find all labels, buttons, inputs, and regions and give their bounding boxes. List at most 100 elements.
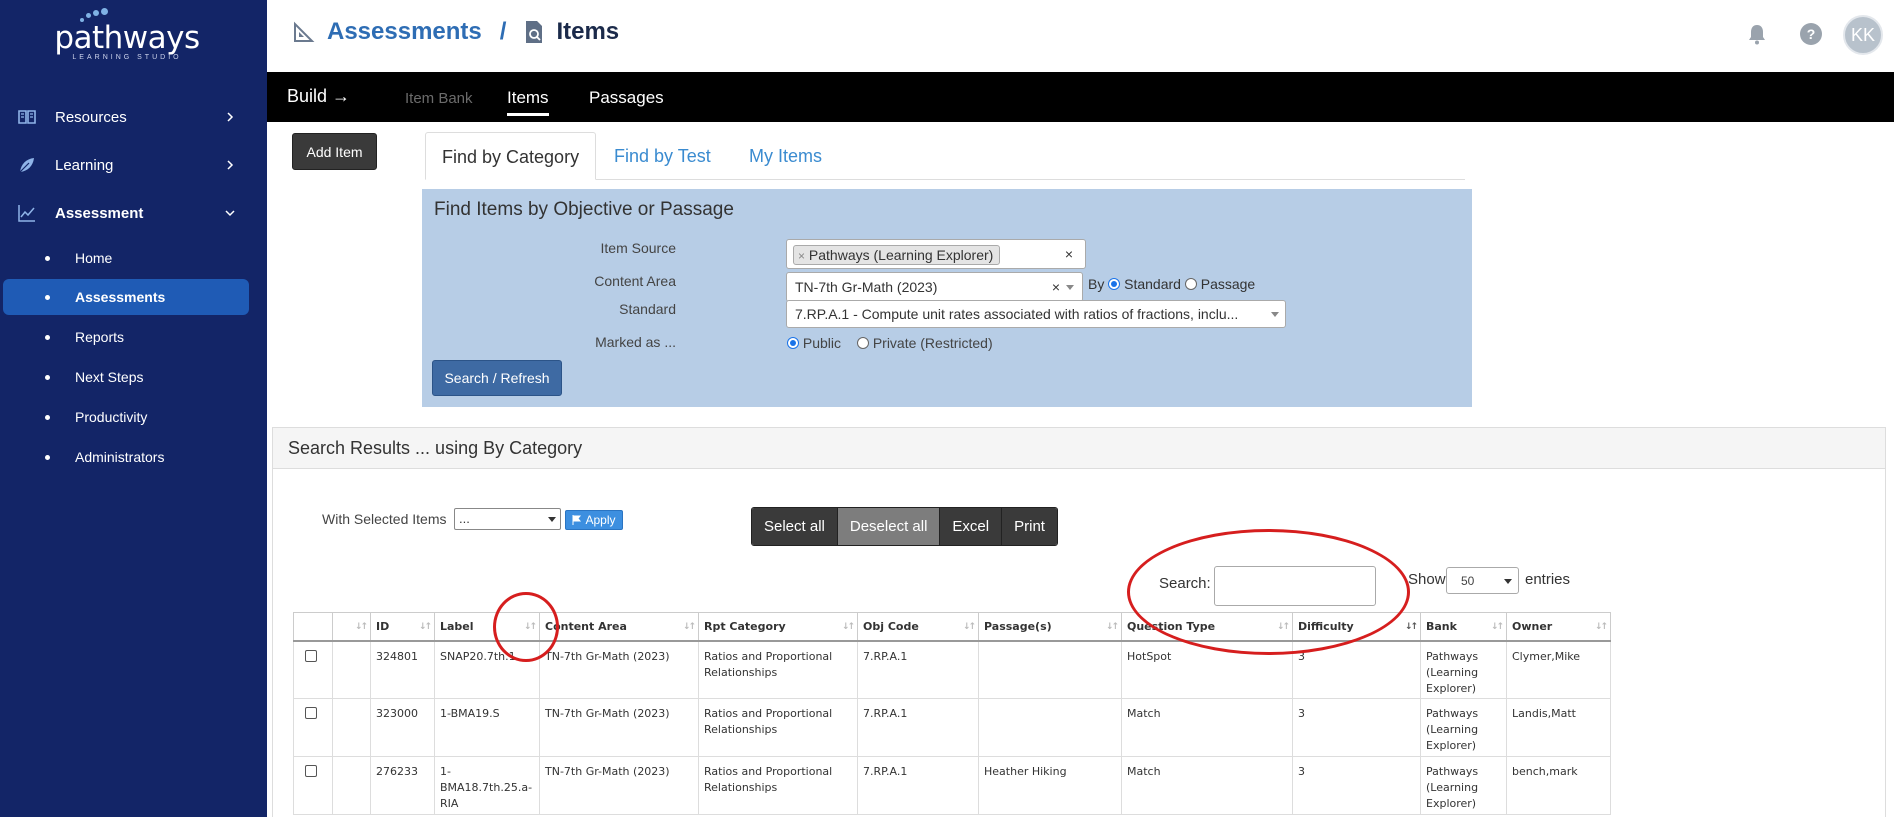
sidebar-subitem-administrators[interactable]: Administrators [3,439,249,475]
sort-icon: ↓↑ [962,622,976,632]
marked-as-group: Public Private (Restricted) [787,335,993,351]
row-checkbox[interactable] [305,707,317,719]
private-radio[interactable] [856,337,869,349]
tab-items[interactable]: Items [507,88,549,116]
content-area-value: TN-7th Gr-Math (2023) [795,279,938,295]
cell-question-type: HotSpot [1121,640,1293,699]
sidebar-subitem-home[interactable]: Home [3,240,249,276]
column-header-question-type[interactable]: Question Type ↓↑ [1121,612,1293,642]
clear-icon[interactable]: × [1052,279,1060,295]
tab-find-by-test[interactable]: Find by Test [598,132,727,180]
item-source-select[interactable]: × Pathways (Learning Explorer) × [786,239,1086,269]
entries-label: entries [1525,571,1571,588]
tag-remove-icon[interactable]: × [798,249,805,263]
sidebar-subitem-productivity[interactable]: Productivity [3,399,249,435]
search-refresh-button[interactable]: Search / Refresh [432,360,562,396]
cell-rpt-category: Ratios and Proportional Relationships [698,756,858,815]
column-header-content-area[interactable]: Content Area ↓↑ [539,612,699,642]
column-header-owner[interactable]: Owner ↓↑ [1506,612,1611,642]
select-all-button[interactable]: Select all [752,508,838,545]
chart-icon [18,205,35,222]
column-header-passages[interactable]: Passage(s) ↓↑ [978,612,1122,642]
sidebar-item-learning[interactable]: Learning [0,143,267,187]
with-selected-select[interactable]: ... [454,508,561,530]
excel-button[interactable]: Excel [940,508,1003,545]
tab-my-items[interactable]: My Items [733,132,838,180]
sort-icon: ↓↑ [354,622,368,632]
standard-select[interactable]: 7.RP.A.1 - Compute unit rates associated… [786,300,1286,328]
sidebar-item-resources[interactable]: Resources [0,95,267,139]
deselect-all-button[interactable]: Deselect all [837,508,941,545]
sidebar-subitem-label: Productivity [75,409,148,425]
add-item-button[interactable]: Add Item [292,133,377,170]
column-header-rpt-category[interactable]: Rpt Category ↓↑ [698,612,858,642]
by-passage-radio[interactable] [1184,278,1197,290]
user-avatar[interactable]: KK [1843,15,1883,55]
column-header-bank[interactable]: Bank ↓↑ [1420,612,1507,642]
public-radio[interactable] [787,337,799,349]
sort-icon: ↓↑ [1276,622,1290,632]
dropdown-caret-icon [1066,285,1074,290]
table-row[interactable]: 323000 1-BMA19.S TN-7th Gr-Math (2023) R… [293,698,1611,757]
table-row[interactable]: 324801 SNAP20.7th.1 TN-7th Gr-Math (2023… [293,640,1611,699]
cell-obj-code: 7.RP.A.1 [857,640,979,699]
table-header-row: ↓↑ ID ↓↑ Label ↓↑ Content Area ↓↑ Rpt Categ… [293,612,1611,642]
show-entries-select[interactable]: 50 [1446,567,1519,594]
show-entries-value: 50 [1461,574,1475,588]
sidebar-subitem-label: Assessments [75,289,166,305]
column-header-blank[interactable]: ↓↑ [332,612,371,642]
column-header-id[interactable]: ID ↓↑ [370,612,435,642]
cell-content-area: TN-7th Gr-Math (2023) [539,698,699,757]
cell-bank: Pathways (Learning Explorer) [1420,698,1507,757]
sort-icon: ↓↑ [523,622,537,632]
row-checkbox[interactable] [305,765,317,777]
show-label: Show [1408,571,1446,588]
breadcrumb-assessments-link[interactable]: Assessments [327,18,482,46]
tab-passages[interactable]: Passages [589,88,664,108]
cell-bank: Pathways (Learning Explorer) [1420,640,1507,699]
table-row[interactable]: 276233 1-BMA18.7th.25.a-RIA TN-7th Gr-Ma… [293,756,1611,815]
book-icon [18,110,36,124]
column-header-label[interactable]: Label ↓↑ [434,612,540,642]
tab-find-by-category[interactable]: Find by Category [425,132,597,180]
item-source-tag-label: Pathways (Learning Explorer) [808,247,994,263]
print-button[interactable]: Print [1002,508,1057,545]
column-header-select[interactable] [293,612,333,642]
page-title: Items [556,18,620,45]
by-standard-radio[interactable] [1108,278,1121,290]
help-icon[interactable]: ? [1799,22,1823,46]
cell-passages [978,698,1122,757]
clear-icon[interactable]: × [1065,246,1073,262]
flag-icon [572,515,582,525]
content-area-label: Content Area [594,273,676,289]
sidebar-subitem-assessments[interactable]: Assessments [3,279,249,315]
sort-icon: ↓↑ [1105,622,1119,632]
logo-wordmark: pathways [54,20,200,56]
sidebar-subitem-next-steps[interactable]: Next Steps [3,359,249,395]
cell-difficulty: 3 [1292,698,1421,757]
item-source-label: Item Source [600,240,676,256]
sidebar-subitem-reports[interactable]: Reports [3,319,249,355]
by-passage-label: Passage [1200,276,1256,292]
pathways-logo[interactable]: pathways LEARNING STUDIO [52,8,202,64]
sidebar-item-assessment[interactable]: Assessment [0,191,267,235]
row-checkbox[interactable] [305,649,317,662]
sidebar-item-label: Assessment [55,204,144,222]
content-area-select[interactable]: TN-7th Gr-Math (2023) × [786,272,1083,302]
search-input[interactable] [1214,566,1376,606]
cell-owner: bench,mark [1506,756,1611,815]
with-selected-value: ... [459,511,470,526]
cell-obj-code: 7.RP.A.1 [857,698,979,757]
bullet-icon [45,454,50,460]
bell-icon[interactable] [1745,22,1769,46]
results-action-buttons: Select all Deselect all Excel Print [751,507,1058,546]
find-tabs: Find by Category Find by Test My Items [425,132,1465,180]
apply-button[interactable]: Apply [565,510,623,530]
column-header-obj-code[interactable]: Obj Code ↓↑ [857,612,979,642]
column-header-difficulty[interactable]: Difficulty ↓↑ [1292,612,1421,642]
cell-difficulty: 3 [1292,756,1421,815]
dropdown-caret-icon [1271,312,1279,317]
tab-item-bank[interactable]: Item Bank [405,90,473,107]
by-group: By Standard Passage [1088,276,1255,292]
sidebar-subitem-label: Reports [75,329,125,345]
